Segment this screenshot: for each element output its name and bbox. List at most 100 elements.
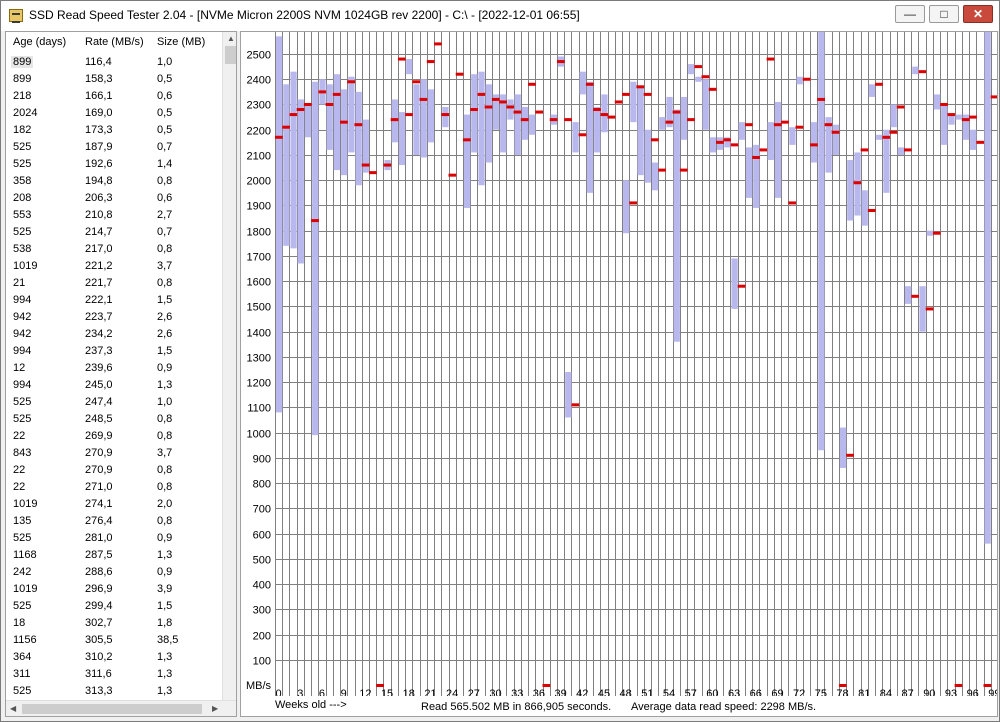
range-bar xyxy=(767,122,774,161)
average-marker xyxy=(795,125,804,129)
x-tick-label: 72 xyxy=(793,688,805,696)
table-row[interactable]: 358 194,8 0,8 xyxy=(6,173,222,190)
cell-size: 0,8 xyxy=(157,515,173,527)
range-bar xyxy=(326,84,333,150)
range-bar xyxy=(579,71,586,95)
table-row[interactable]: 242 288,6 0,9 xyxy=(6,564,222,581)
column-header-rate[interactable]: Rate (MB/s) xyxy=(85,36,144,48)
table-row[interactable]: 525 247,4 1,0 xyxy=(6,394,222,411)
table-row[interactable]: 994 237,3 1,5 xyxy=(6,343,222,360)
table-row[interactable]: 942 234,2 2,6 xyxy=(6,326,222,343)
horizontal-scroll-thumb[interactable] xyxy=(22,704,202,714)
cell-rate: 299,4 xyxy=(85,600,113,612)
y-tick-label: 1900 xyxy=(247,201,271,213)
column-header-age[interactable]: Age (days) xyxy=(13,36,66,48)
vertical-scrollbar[interactable]: ▲ xyxy=(222,32,236,700)
x-tick-label: 78 xyxy=(836,688,848,696)
table-row[interactable]: 525 313,3 1,3 xyxy=(6,683,222,700)
close-button[interactable]: ✕ xyxy=(963,5,993,23)
table-row[interactable]: 1019 274,1 2,0 xyxy=(6,496,222,513)
cell-rate: 287,5 xyxy=(85,549,113,561)
table-row[interactable]: 994 222,1 1,5 xyxy=(6,292,222,309)
cell-size: 0,8 xyxy=(157,481,173,493)
file-list[interactable]: Age (days) Rate (MB/s) Size (MB) 899 116,… xyxy=(5,31,237,717)
range-bar xyxy=(521,107,529,140)
cell-rate: 158,3 xyxy=(85,73,113,85)
average-marker xyxy=(701,75,710,79)
table-row[interactable]: 22 269,9 0,8 xyxy=(6,428,222,445)
table-row[interactable]: 525 192,6 1,4 xyxy=(6,156,222,173)
x-tick-label: 9 xyxy=(341,688,347,696)
minimize-button[interactable]: — xyxy=(895,5,925,23)
window-title: SSD Read Speed Tester 2.04 - [NVMe Micro… xyxy=(29,8,580,22)
table-row[interactable]: 364 310,2 1,3 xyxy=(6,649,222,666)
y-tick-label: 200 xyxy=(253,631,271,643)
table-row[interactable]: 22 271,0 0,8 xyxy=(6,479,222,496)
average-marker xyxy=(896,105,905,109)
table-row[interactable]: 311 311,6 1,3 xyxy=(6,666,222,683)
range-bar xyxy=(341,89,348,176)
average-marker xyxy=(578,133,587,137)
table-row[interactable]: 218 166,1 0,6 xyxy=(6,88,222,105)
table-row[interactable]: 525 187,9 0,7 xyxy=(6,139,222,156)
table-row[interactable]: 1156 305,5 38,5 xyxy=(6,632,222,649)
cell-size: 0,8 xyxy=(157,243,173,255)
table-row[interactable]: 135 276,4 0,8 xyxy=(6,513,222,530)
cell-size: 3,7 xyxy=(157,260,173,272)
average-marker xyxy=(332,92,341,96)
table-row[interactable]: 994 245,0 1,3 xyxy=(6,377,222,394)
table-row[interactable]: 843 270,9 3,7 xyxy=(6,445,222,462)
range-bar xyxy=(688,64,695,75)
table-row[interactable]: 2024 169,0 0,5 xyxy=(6,105,222,122)
cell-size: 0,5 xyxy=(157,73,173,85)
table-row[interactable]: 553 210,8 2,7 xyxy=(6,207,222,224)
y-tick-label: 1600 xyxy=(247,277,271,289)
table-row[interactable]: 208 206,3 0,6 xyxy=(6,190,222,207)
table-row[interactable]: 1019 221,2 3,7 xyxy=(6,258,222,275)
cell-rate: 234,2 xyxy=(85,328,113,340)
table-row[interactable]: 525 299,4 1,5 xyxy=(6,598,222,615)
average-marker xyxy=(607,115,616,119)
range-bar xyxy=(984,32,991,544)
x-tick-label: 84 xyxy=(880,688,892,696)
vertical-scroll-thumb[interactable] xyxy=(225,46,236,64)
scroll-left-icon[interactable]: ◀ xyxy=(10,704,16,713)
average-marker xyxy=(875,82,883,86)
table-row[interactable]: 525 281,0 0,9 xyxy=(6,530,222,547)
maximize-button[interactable]: □ xyxy=(929,5,959,23)
scroll-right-icon[interactable]: ▶ xyxy=(212,704,218,713)
cell-age: 942 xyxy=(13,328,32,340)
column-header-size[interactable]: Size (MB) xyxy=(157,36,205,48)
horizontal-scrollbar[interactable]: ◀ ▶ xyxy=(6,700,236,716)
average-marker xyxy=(781,120,789,124)
x-tick-label: 33 xyxy=(511,688,523,696)
y-tick-label: 1400 xyxy=(247,328,271,340)
table-row[interactable]: 899 158,3 0,5 xyxy=(6,71,222,88)
table-row[interactable]: 899 116,4 1,0 xyxy=(6,54,222,71)
table-row[interactable]: 1019 296,9 3,9 xyxy=(6,581,222,598)
table-row[interactable]: 18 302,7 1,8 xyxy=(6,615,222,632)
table-row[interactable]: 22 270,9 0,8 xyxy=(6,462,222,479)
table-row[interactable]: 525 248,5 0,8 xyxy=(6,411,222,428)
average-marker xyxy=(672,110,681,114)
table-row[interactable]: 12 239,6 0,9 xyxy=(6,360,222,377)
table-row[interactable]: 182 173,3 0,5 xyxy=(6,122,222,139)
title-bar[interactable]: SSD Read Speed Tester 2.04 - [NVMe Micro… xyxy=(1,1,999,31)
table-row[interactable]: 1168 287,5 1,3 xyxy=(6,547,222,564)
cell-age: 2024 xyxy=(13,107,38,119)
average-marker xyxy=(361,163,370,167)
average-marker xyxy=(788,201,797,205)
table-row[interactable]: 942 223,7 2,6 xyxy=(6,309,222,326)
list-header: Age (days) Rate (MB/s) Size (MB) xyxy=(6,32,222,52)
cell-size: 0,7 xyxy=(157,226,173,238)
table-row[interactable]: 538 217,0 0,8 xyxy=(6,241,222,258)
table-row[interactable]: 21 221,7 0,8 xyxy=(6,275,222,292)
cell-age: 1168 xyxy=(13,549,37,561)
average-marker xyxy=(448,173,457,177)
average-marker xyxy=(484,105,493,109)
table-row[interactable]: 525 214,7 0,7 xyxy=(6,224,222,241)
average-marker xyxy=(961,118,970,122)
cell-size: 2,6 xyxy=(157,311,173,323)
cell-size: 2,7 xyxy=(157,209,173,221)
scroll-up-icon[interactable]: ▲ xyxy=(227,34,235,43)
